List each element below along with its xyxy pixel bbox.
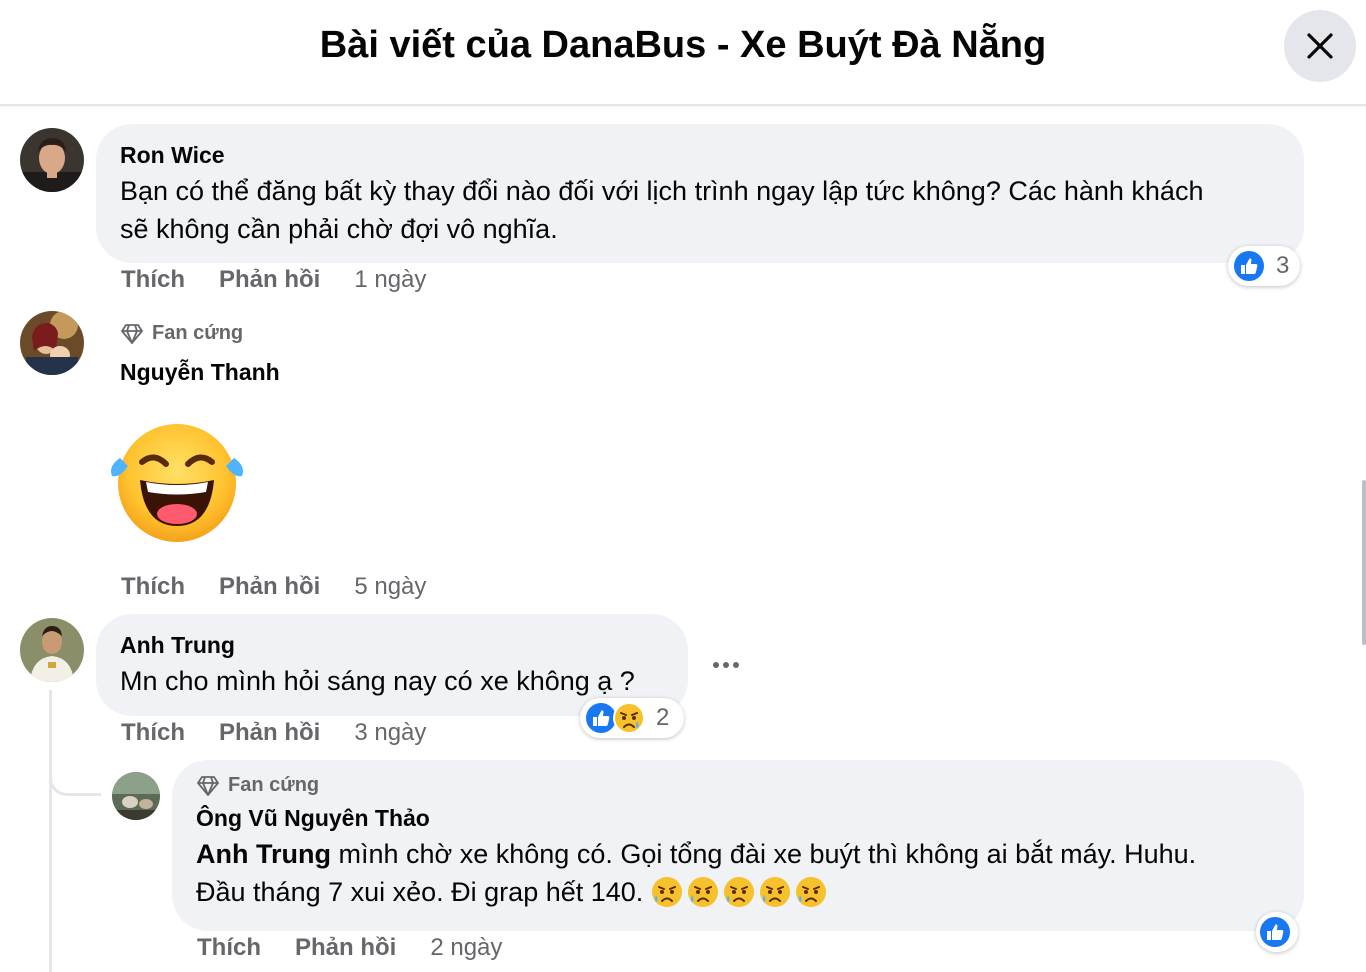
- reply-text: mình chờ xe không có. Gọi tổng đài xe bu…: [330, 839, 1197, 869]
- reply-timestamp[interactable]: 2 ngày: [430, 934, 502, 962]
- more-options-button[interactable]: [704, 648, 748, 682]
- reply-button[interactable]: Phản hồi: [219, 266, 320, 294]
- dot: [733, 662, 739, 668]
- like-button[interactable]: Thích: [121, 719, 185, 747]
- reply-text-line1: Anh Trung mình chờ xe không có. Gọi tổng…: [196, 835, 1280, 873]
- avatar[interactable]: [112, 772, 160, 820]
- reply-bubble: Fan cứng Ông Vũ Nguyên Thảo Anh Trung mì…: [172, 760, 1304, 931]
- like-button[interactable]: Thích: [121, 266, 185, 294]
- sad-emoji-icon: [688, 877, 719, 907]
- comment-timestamp[interactable]: 1 ngày: [354, 266, 426, 294]
- like-button[interactable]: Thích: [121, 573, 185, 601]
- sad-emoji-icon: [724, 877, 755, 907]
- diamond-icon: [197, 775, 219, 796]
- fan-badge-label: Fan cứng: [228, 774, 320, 796]
- comment-bubble: Ron Wice Bạn có thể đăng bất kỳ thay đổi…: [96, 124, 1304, 263]
- avatar[interactable]: [20, 618, 84, 682]
- sad-emoji-icon: [760, 877, 791, 907]
- comment-timestamp[interactable]: 3 ngày: [354, 719, 426, 747]
- reply-button[interactable]: Phản hồi: [295, 934, 396, 962]
- comment-actions: Thích Phản hồi 1 ngày: [121, 266, 426, 294]
- thread-connector: [49, 760, 101, 796]
- avatar[interactable]: [20, 311, 84, 375]
- fan-badge: Fan cứng: [196, 774, 1280, 797]
- thread-line: [49, 690, 52, 972]
- comment-actions: Thích Phản hồi 3 ngày: [121, 719, 426, 747]
- comment-author[interactable]: Nguyễn Thanh: [120, 357, 280, 387]
- comment-text: Bạn có thể đăng bất kỳ thay đổi nào đối …: [120, 176, 1204, 206]
- comment-text: sẽ không cần phải chờ đợi vô nghĩa.: [120, 214, 558, 244]
- diamond-icon: [121, 323, 143, 344]
- reaction-summary[interactable]: 2: [580, 698, 684, 738]
- fan-badge: Fan cứng: [120, 322, 243, 345]
- close-icon: [1307, 33, 1333, 59]
- reply-button[interactable]: Phản hồi: [219, 573, 320, 601]
- dot: [713, 662, 719, 668]
- scrollbar-thumb[interactable]: [1362, 480, 1366, 645]
- sad-emoji-icon: [652, 877, 683, 907]
- close-button[interactable]: [1284, 10, 1356, 82]
- reply-text: Đầu tháng 7 xui xẻo. Đi grap hết 140.: [196, 877, 644, 907]
- comment-text: Mn cho mình hỏi sáng nay có xe không ạ ?: [120, 666, 635, 696]
- avatar[interactable]: [20, 128, 84, 192]
- emoji-row: [651, 876, 831, 908]
- comment-actions: Thích Phản hồi 5 ngày: [121, 573, 426, 601]
- mention-link[interactable]: Anh Trung: [196, 839, 331, 869]
- sad-reaction-icon: [613, 702, 645, 734]
- fan-badge-label: Fan cứng: [152, 322, 244, 344]
- reaction-count: 3: [1276, 252, 1290, 279]
- reply-author[interactable]: Ông Vũ Nguyên Thảo: [196, 803, 1280, 833]
- dot: [723, 662, 729, 668]
- laughing-tears-emoji-icon: [111, 424, 243, 542]
- dialog-header: Bài viết của DanaBus - Xe Buýt Đà Nẵng: [0, 0, 1366, 106]
- like-reaction-icon: [1232, 249, 1266, 283]
- sad-emoji-icon: [796, 877, 827, 907]
- dialog-title: Bài viết của DanaBus - Xe Buýt Đà Nẵng: [319, 24, 1047, 66]
- like-reaction-icon: [1258, 915, 1292, 949]
- reaction-summary[interactable]: 3: [1228, 246, 1300, 286]
- comment-timestamp[interactable]: 5 ngày: [354, 573, 426, 601]
- reply-button[interactable]: Phản hồi: [219, 719, 320, 747]
- reaction-count: 2: [656, 704, 670, 731]
- reaction-summary[interactable]: [1256, 912, 1298, 952]
- comment-author[interactable]: Anh Trung: [120, 630, 664, 660]
- like-button[interactable]: Thích: [197, 934, 261, 962]
- laughing-sticker: [106, 422, 248, 546]
- comment-author[interactable]: Ron Wice: [120, 140, 1280, 170]
- reply-actions: Thích Phản hồi 2 ngày: [197, 934, 502, 962]
- reply-text-line2: Đầu tháng 7 xui xẻo. Đi grap hết 140.: [196, 873, 1280, 911]
